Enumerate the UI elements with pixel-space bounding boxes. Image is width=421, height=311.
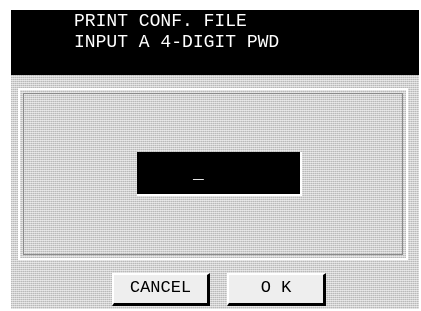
password-input-field[interactable]: _ — [137, 152, 302, 196]
password-entry-cursor: _ — [193, 164, 204, 184]
ok-button[interactable]: O K — [227, 273, 326, 306]
screen-instruction: INPUT A 4-DIGIT PWD — [74, 33, 280, 53]
screen-title: PRINT CONF. FILE — [74, 12, 247, 32]
title-bar: PRINT CONF. FILE INPUT A 4-DIGIT PWD — [11, 10, 419, 75]
cancel-button[interactable]: CANCEL — [112, 273, 210, 306]
fax-display-screen: PRINT CONF. FILE INPUT A 4-DIGIT PWD _ C… — [11, 10, 419, 309]
